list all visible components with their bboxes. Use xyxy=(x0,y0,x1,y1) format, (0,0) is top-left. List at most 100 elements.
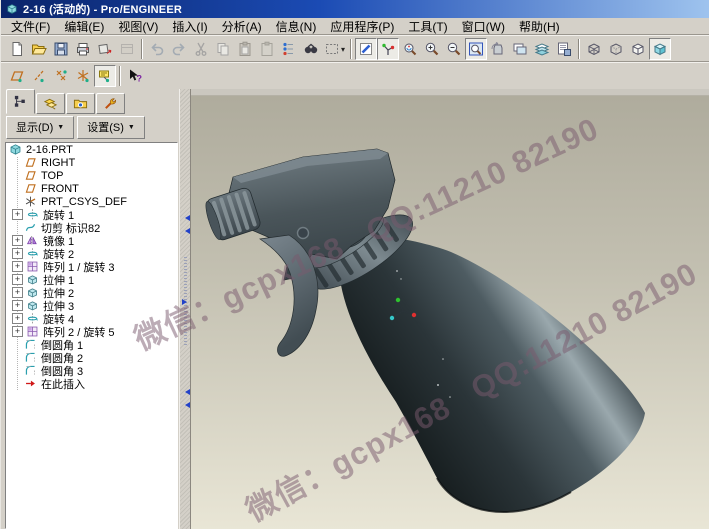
print-button[interactable] xyxy=(72,38,94,60)
layers-icon xyxy=(534,41,550,57)
expand-toggle[interactable]: + xyxy=(12,287,23,298)
cut-icon xyxy=(193,41,209,57)
tree-item[interactable]: +阵列 1 / 旋转 3 xyxy=(6,260,177,273)
annotation-icon xyxy=(97,68,113,84)
menu-item-edit[interactable]: 编辑(E) xyxy=(57,17,111,36)
regenerate-button[interactable] xyxy=(278,38,300,60)
menu-item-help[interactable]: 帮助(H) xyxy=(512,17,567,36)
zoom-out-button[interactable] xyxy=(443,38,465,60)
bottle-body[interactable] xyxy=(339,236,645,512)
expand-toggle[interactable]: + xyxy=(12,248,23,259)
new-file-button[interactable] xyxy=(6,38,28,60)
tree-item[interactable]: RIGHT xyxy=(6,156,177,169)
expand-toggle[interactable]: + xyxy=(12,313,23,324)
tree-item[interactable]: 切剪 标识82 xyxy=(6,221,177,234)
reorient-view-button[interactable] xyxy=(487,38,509,60)
tree-item[interactable]: 倒圆角 2 xyxy=(6,351,177,364)
tree-item[interactable]: +镜像 1 xyxy=(6,234,177,247)
model-tree[interactable]: 2-16.PRTRIGHTTOPFRONTPRT_CSYS_DEF+旋转 1切剪… xyxy=(5,142,178,529)
tree-item[interactable]: +拉伸 2 xyxy=(6,286,177,299)
title-bar[interactable]: 2-16 (活动的) - Pro/ENGINEER xyxy=(1,0,709,18)
datum-planes-toggle-button[interactable] xyxy=(6,65,28,87)
csys-display-toggle-button[interactable] xyxy=(72,65,94,87)
sash-collapse-arrow-icon[interactable] xyxy=(182,215,190,221)
menu-item-applications[interactable]: 应用程序(P) xyxy=(323,17,401,36)
undo-button[interactable] xyxy=(146,38,168,60)
spray-bottle-model[interactable] xyxy=(191,89,709,529)
expand-toggle[interactable]: + xyxy=(12,235,23,246)
part-icon xyxy=(9,143,23,156)
shaded-display-button[interactable] xyxy=(649,38,671,60)
favorites-tab[interactable] xyxy=(96,93,125,114)
curve-icon xyxy=(24,221,38,234)
menu-item-analysis[interactable]: 分析(A) xyxy=(215,17,269,36)
save-file-button[interactable] xyxy=(50,38,72,60)
menu-item-file[interactable]: 文件(F) xyxy=(4,17,57,36)
navigator-sash[interactable] xyxy=(179,89,191,529)
tree-item[interactable]: 倒圆角 1 xyxy=(6,338,177,351)
copy-button[interactable] xyxy=(212,38,234,60)
context-help-button[interactable]: ? xyxy=(124,65,146,87)
tree-show-button[interactable]: 显示(D) ▼ xyxy=(6,116,74,139)
saved-views-button[interactable] xyxy=(509,38,531,60)
tree-item[interactable]: 2-16.PRT xyxy=(6,143,177,156)
tree-item[interactable]: TOP xyxy=(6,169,177,182)
sash-collapse-arrow-icon[interactable] xyxy=(182,402,190,408)
tree-item[interactable]: FRONT xyxy=(6,182,177,195)
expand-toggle[interactable]: + xyxy=(12,326,23,337)
tree-item[interactable]: +阵列 2 / 旋转 5 xyxy=(6,325,177,338)
tree-settings-button[interactable]: 设置(S) ▼ xyxy=(77,116,145,139)
find-button[interactable] xyxy=(300,38,322,60)
paste-button[interactable] xyxy=(234,38,256,60)
revolve-icon xyxy=(26,208,40,221)
chevron-down-icon: ▼ xyxy=(57,124,64,131)
expand-toggle[interactable]: + xyxy=(12,209,23,220)
redo-button[interactable] xyxy=(168,38,190,60)
layer-tree-tab[interactable] xyxy=(36,93,65,114)
expand-toggle[interactable]: + xyxy=(12,261,23,272)
hidden-line-display-button[interactable] xyxy=(605,38,627,60)
orient-mode-button[interactable] xyxy=(399,38,421,60)
tree-item[interactable]: +拉伸 1 xyxy=(6,273,177,286)
refit-button[interactable] xyxy=(465,38,487,60)
tree-item[interactable]: PRT_CSYS_DEF xyxy=(6,195,177,208)
annotations-toggle-button[interactable] xyxy=(94,65,116,87)
sash-collapse-arrow-icon[interactable] xyxy=(182,228,190,234)
menu-item-window[interactable]: 窗口(W) xyxy=(455,17,512,36)
tree-item[interactable]: 在此插入 xyxy=(6,377,177,390)
menu-item-info[interactable]: 信息(N) xyxy=(269,17,324,36)
wireframe-display-button[interactable] xyxy=(583,38,605,60)
no-hidden-display-button[interactable] xyxy=(627,38,649,60)
main-area: 显示(D) ▼ 设置(S) ▼ 2-16.PRTRIGHTTOPFRONTPRT… xyxy=(1,89,709,529)
tree-item[interactable]: +拉伸 3 xyxy=(6,299,177,312)
paste-special-button[interactable] xyxy=(256,38,278,60)
selection-filter-button[interactable]: ▾ xyxy=(322,38,347,60)
dropdown-arrow-icon[interactable]: ▾ xyxy=(341,45,345,54)
menu-item-insert[interactable]: 插入(I) xyxy=(165,17,214,36)
expand-toggle[interactable]: + xyxy=(12,300,23,311)
menu-item-tools[interactable]: 工具(T) xyxy=(401,17,454,36)
expand-toggle[interactable]: + xyxy=(12,274,23,285)
open-file-button[interactable] xyxy=(28,38,50,60)
view-manager-button[interactable] xyxy=(553,38,575,60)
pattern-icon xyxy=(26,325,40,338)
datum-points-toggle-button[interactable] xyxy=(50,65,72,87)
menu-item-view[interactable]: 视图(V) xyxy=(111,17,165,36)
erase-display-button[interactable] xyxy=(94,38,116,60)
spin-center-toggle-button[interactable] xyxy=(377,38,399,60)
tab-folder-icon xyxy=(73,96,88,111)
folder-browser-tab[interactable] xyxy=(66,93,95,114)
delete-old-versions-button[interactable] xyxy=(116,38,138,60)
zoom-in-button[interactable] xyxy=(421,38,443,60)
sash-collapse-arrow-icon[interactable] xyxy=(182,389,190,395)
layers-button[interactable] xyxy=(531,38,553,60)
tree-item-label: FRONT xyxy=(41,183,79,195)
graphics-viewport[interactable] xyxy=(191,89,709,529)
cut-button[interactable] xyxy=(190,38,212,60)
model-tree-tab[interactable] xyxy=(6,89,35,114)
tree-indent xyxy=(12,183,23,194)
sash-expand-arrow-icon[interactable] xyxy=(182,299,190,305)
datum-axes-toggle-button[interactable] xyxy=(28,65,50,87)
repaint-button[interactable] xyxy=(355,38,377,60)
tree-item[interactable]: 倒圆角 3 xyxy=(6,364,177,377)
